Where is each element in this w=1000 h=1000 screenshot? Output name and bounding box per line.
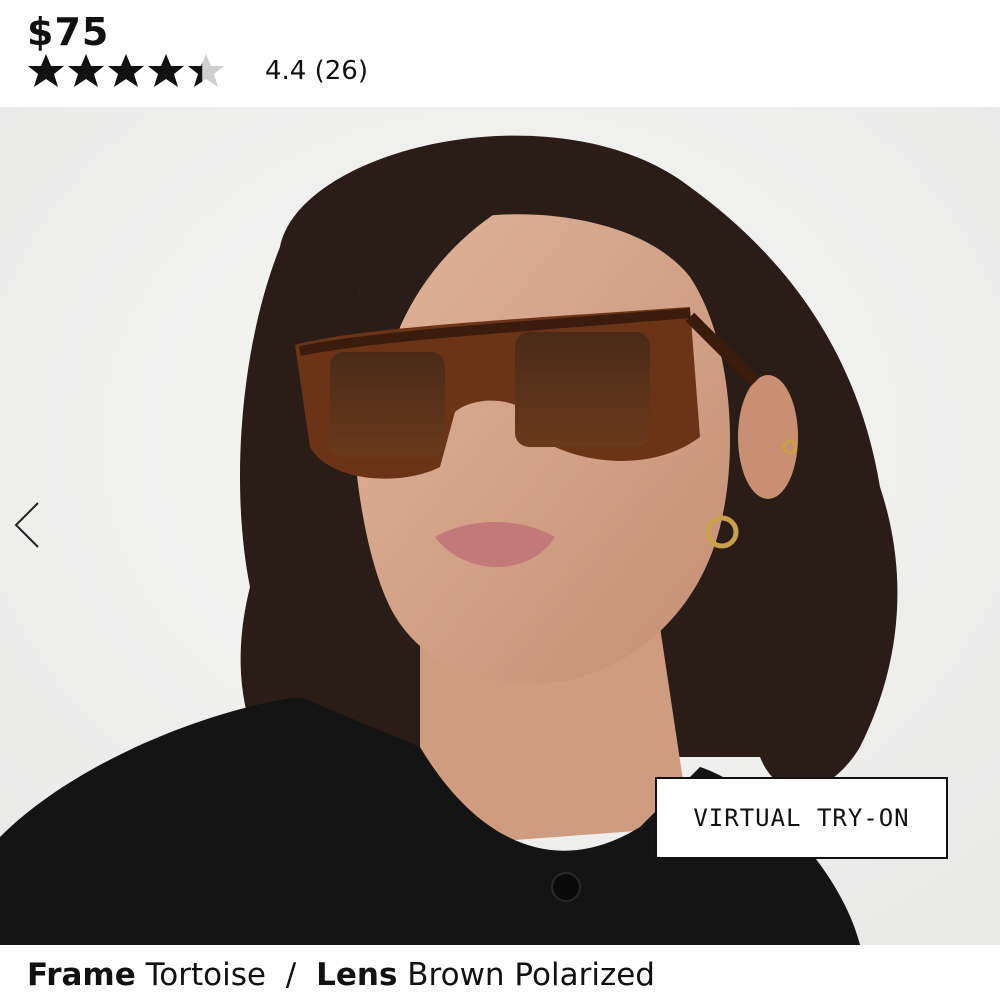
selected-options: Frame Tortoise / Lens Brown Polarized <box>27 950 655 1000</box>
options-separator: / <box>285 957 297 993</box>
lens-value: Brown Polarized <box>407 957 655 993</box>
rating-text: 4.4 (26) <box>265 50 368 92</box>
rating-stars <box>27 52 225 90</box>
lens-label: Lens <box>316 957 398 993</box>
star-icon <box>148 54 184 87</box>
star-icon <box>108 54 144 87</box>
frame-value: Tortoise <box>145 957 266 993</box>
rating[interactable]: 4.4 (26) <box>27 50 368 92</box>
product-image: VIRTUAL TRY-ON <box>0 107 1000 945</box>
previous-image-button[interactable] <box>8 495 48 555</box>
star-icon <box>68 54 104 87</box>
star-icon <box>28 54 64 87</box>
frame-label: Frame <box>27 957 136 993</box>
rating-value: 4.4 <box>265 56 307 86</box>
price: $75 <box>27 10 110 54</box>
review-count: (26) <box>314 56 368 86</box>
virtual-try-on-button[interactable]: VIRTUAL TRY-ON <box>655 777 948 859</box>
star-icon <box>188 54 224 87</box>
chevron-left-icon <box>14 502 39 548</box>
